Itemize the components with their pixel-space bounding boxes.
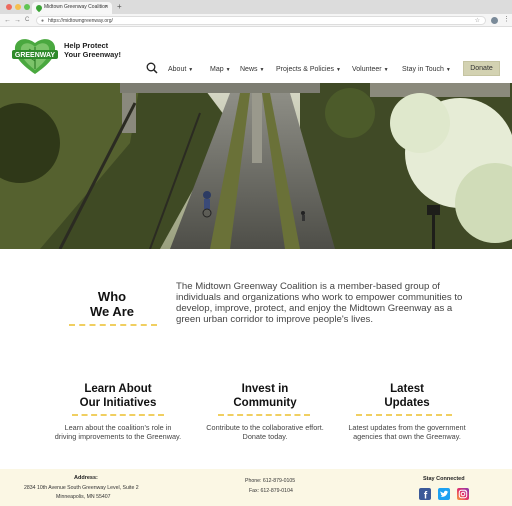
- nav-volunteer-label: Volunteer: [352, 66, 382, 73]
- tagline-line-1: Help Protect: [64, 41, 109, 50]
- lock-icon: ●: [41, 18, 45, 24]
- nav-volunteer[interactable]: Volunteer ▼: [352, 66, 389, 73]
- nav-projects-policies[interactable]: Projects & Policies ▼: [276, 66, 341, 73]
- search-icon[interactable]: [146, 62, 158, 74]
- initiatives-heading-line-2: Our Initiatives: [79, 397, 157, 409]
- invest-heading-line-1: Invest in: [241, 383, 289, 395]
- logo-wordmark: GREENWAY: [15, 52, 56, 59]
- who-we-are-heading: Who We Are: [64, 289, 160, 319]
- chevron-down-icon: ▼: [445, 67, 451, 73]
- initiatives-heading[interactable]: Learn About Our Initiatives: [53, 382, 183, 410]
- heading-divider: [356, 414, 452, 416]
- invest-heading[interactable]: Invest in Community: [200, 382, 330, 410]
- nav-news-label: News: [240, 66, 258, 73]
- nav-map-label: Map: [210, 66, 224, 73]
- chevron-down-icon: ▼: [259, 67, 265, 73]
- address-label: Address:: [74, 475, 98, 481]
- updates-heading-line-1: Latest: [390, 383, 424, 395]
- chevron-down-icon: ▼: [225, 67, 231, 73]
- back-arrow-icon[interactable]: ←: [4, 16, 11, 25]
- heading-divider: [72, 414, 164, 416]
- site-tagline: Help Protect Your Greenway!: [64, 41, 121, 59]
- forward-arrow-icon[interactable]: →: [14, 16, 21, 25]
- heading-divider: [69, 324, 157, 326]
- nav-stay-in-touch[interactable]: Stay in Touch ▼: [402, 66, 451, 73]
- chevron-down-icon: ▼: [335, 67, 341, 73]
- chevron-down-icon: ▼: [383, 67, 389, 73]
- donate-button[interactable]: Donate: [463, 61, 500, 76]
- browser-tab[interactable]: Midtown Greenway Coalition ×: [32, 2, 112, 14]
- facebook-icon[interactable]: f: [419, 488, 431, 500]
- updates-text: Latest updates from the government agenc…: [348, 423, 466, 441]
- updates-heading[interactable]: Latest Updates: [342, 382, 472, 410]
- greenway-logo[interactable]: GREENWAY: [12, 35, 58, 75]
- browser-toolbar: ← → C ● https://midtowngreenway.org/ ☆ ⋮: [0, 14, 512, 27]
- address-bar[interactable]: ● https://midtowngreenway.org/ ☆: [36, 16, 486, 25]
- nav-about[interactable]: About ▼: [168, 66, 193, 73]
- tab-close-icon[interactable]: ×: [105, 4, 108, 10]
- nav-news[interactable]: News ▼: [240, 66, 264, 73]
- nav-projects-label: Projects & Policies: [276, 66, 334, 73]
- window-close-button[interactable]: [6, 4, 12, 10]
- heading-divider: [218, 414, 310, 416]
- reload-icon[interactable]: C: [25, 16, 29, 25]
- hero-image: [0, 83, 512, 249]
- who-heading-line-2: We Are: [89, 304, 135, 319]
- invest-heading-line-2: Community: [233, 397, 297, 409]
- url-text: https://midtowngreenway.org/: [48, 18, 113, 24]
- address-line-1: 2834 10th Avenue South Greenway Level, S…: [24, 485, 139, 491]
- stay-connected-label: Stay Connected: [423, 476, 465, 482]
- bookmark-star-icon[interactable]: ☆: [475, 17, 480, 24]
- who-we-are-text: The Midtown Greenway Coalition is a memb…: [176, 281, 463, 325]
- site-header: GREENWAY Help Protect Your Greenway! Abo…: [0, 27, 512, 83]
- profile-avatar[interactable]: [491, 17, 498, 24]
- initiatives-text: Learn about the coalition's role in driv…: [54, 423, 182, 441]
- browser-menu-icon[interactable]: ⋮: [503, 15, 510, 23]
- nav-about-label: About: [168, 66, 187, 73]
- new-tab-button[interactable]: +: [117, 2, 122, 12]
- initiatives-heading-line-1: Learn About: [84, 383, 152, 395]
- who-heading-line-1: Who: [97, 289, 127, 304]
- window-minimize-button[interactable]: [15, 4, 21, 10]
- favicon-icon: [34, 3, 44, 13]
- phone-number[interactable]: Phone: 612-879-0105: [245, 477, 295, 485]
- address-line-2: Minneapolis, MN 55407: [56, 494, 111, 500]
- tab-title: Midtown Greenway Coalition: [44, 4, 108, 10]
- browser-tab-bar: Midtown Greenway Coalition × +: [0, 0, 512, 14]
- fax-number: Fax: 612-879-0104: [249, 488, 293, 494]
- window-zoom-button[interactable]: [24, 4, 30, 10]
- tagline-line-2: Your Greenway!: [64, 50, 121, 59]
- nav-map[interactable]: Map ▼: [210, 66, 231, 73]
- nav-stay-label: Stay in Touch: [402, 66, 444, 73]
- updates-heading-line-2: Updates: [384, 397, 430, 409]
- twitter-icon[interactable]: [438, 488, 450, 500]
- svg-text:f: f: [424, 491, 428, 501]
- chevron-down-icon: ▼: [188, 67, 194, 73]
- invest-text: Contribute to the collaborative effort. …: [206, 423, 324, 441]
- instagram-icon[interactable]: [457, 488, 469, 500]
